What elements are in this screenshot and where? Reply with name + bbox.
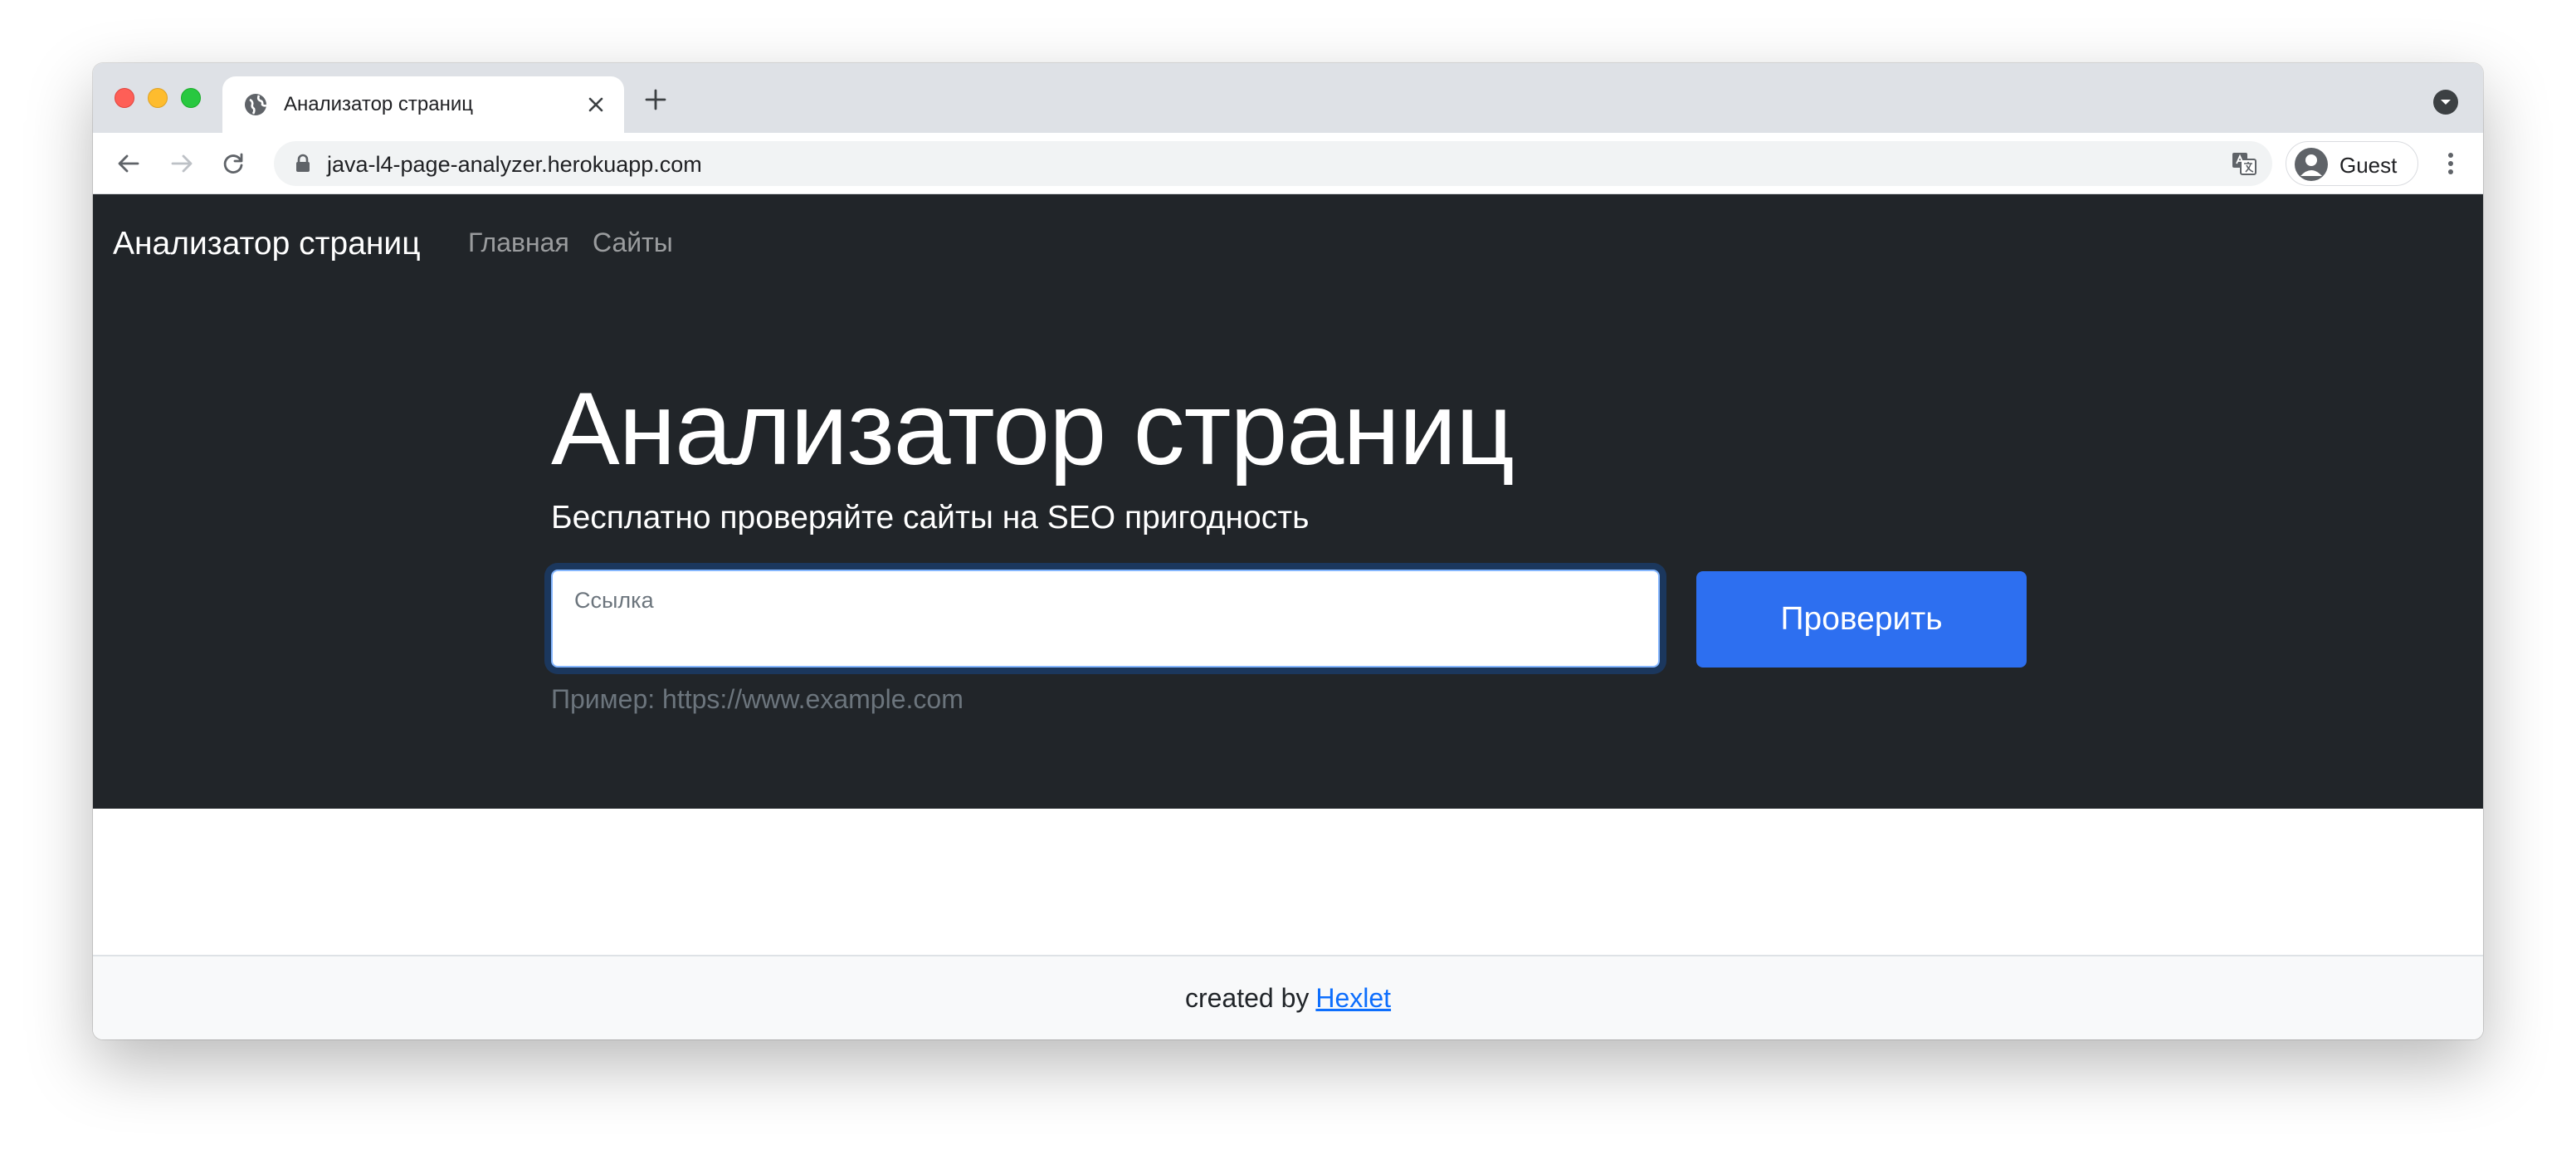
globe-icon <box>242 91 269 118</box>
footer-prefix: created by <box>1184 982 1310 1013</box>
profile-button[interactable]: Guest <box>2286 141 2418 186</box>
back-arrow-icon[interactable] <box>113 148 144 179</box>
tab-strip: Анализатор страниц <box>93 63 2483 133</box>
lock-icon[interactable] <box>294 154 312 174</box>
address-bar[interactable]: java-l4-page-analyzer.herokuapp.com <box>274 141 2272 186</box>
url-field[interactable]: Ссылка <box>551 570 1660 668</box>
navbar-brand[interactable]: Анализатор страниц <box>113 226 421 262</box>
maximize-window-button[interactable] <box>181 88 201 108</box>
forward-arrow-icon[interactable] <box>166 148 198 179</box>
minimize-window-button[interactable] <box>148 88 168 108</box>
browser-window: Анализатор страниц java-l4-page-analyzer… <box>93 63 2483 1039</box>
reload-icon[interactable] <box>217 148 249 179</box>
url-text[interactable]: java-l4-page-analyzer.herokuapp.com <box>327 152 702 178</box>
new-tab-icon[interactable] <box>641 85 671 115</box>
close-tab-icon[interactable] <box>583 91 609 118</box>
tab-title: Анализатор страниц <box>284 93 474 115</box>
page-content: Анализатор страниц Главная Сайты Анализа… <box>93 194 2483 1039</box>
url-field-label: Ссылка <box>574 588 654 613</box>
check-button[interactable]: Проверить <box>1696 571 2027 668</box>
nav-link-home[interactable]: Главная <box>468 227 569 258</box>
url-input[interactable] <box>573 619 1635 656</box>
footer-link-hexlet[interactable]: Hexlet <box>1315 983 1391 1014</box>
hero-section: Анализатор страниц Главная Сайты Анализа… <box>93 194 2483 809</box>
nav-link-sites[interactable]: Сайты <box>593 227 673 258</box>
avatar-icon <box>2295 148 2328 181</box>
close-window-button[interactable] <box>115 88 134 108</box>
browser-toolbar: java-l4-page-analyzer.herokuapp.com Gues… <box>93 133 2483 194</box>
page-lead: Бесплатно проверяйте сайты на SEO пригод… <box>551 500 1310 536</box>
profile-label: Guest <box>2339 153 2398 178</box>
page-title: Анализатор страниц <box>551 372 1515 487</box>
browser-tab[interactable]: Анализатор страниц <box>222 76 624 133</box>
more-menu-icon[interactable] <box>2435 148 2466 179</box>
tab-search-icon[interactable] <box>2433 90 2458 115</box>
url-hint: Пример: https://www.example.com <box>551 684 964 714</box>
footer: created by Hexlet <box>93 955 2483 1039</box>
translate-icon[interactable] <box>2231 151 2257 176</box>
